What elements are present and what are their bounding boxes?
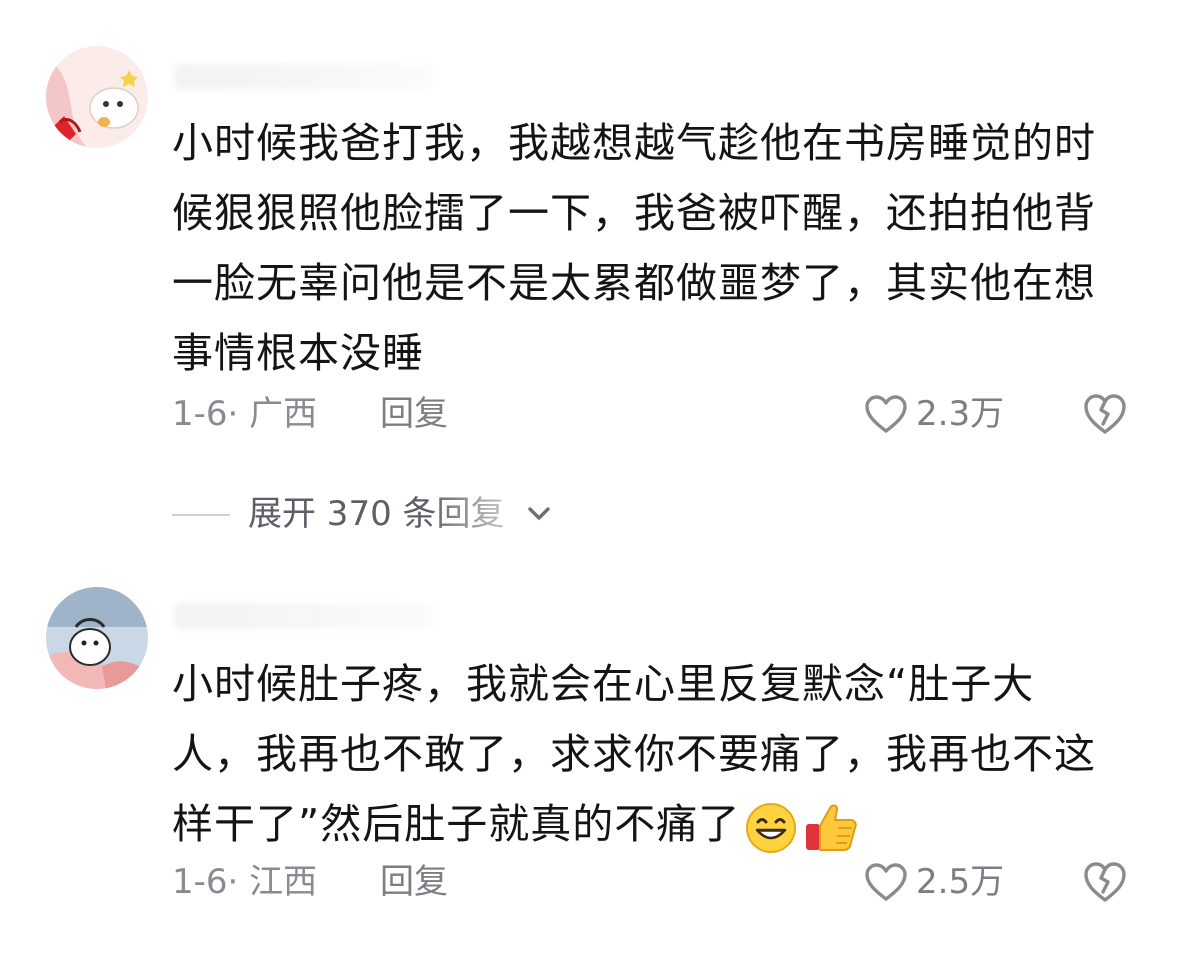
comment-line: 小时候肚子疼，我就会在心里反复默念“肚子大 bbox=[172, 660, 1035, 708]
comment-2: 小时候肚子疼，我就会在心里反复默念“肚子大 人，我再也不敢了，求求你不要痛了，我… bbox=[0, 0, 1179, 958]
avatar[interactable] bbox=[46, 587, 148, 689]
username-redacted[interactable] bbox=[174, 603, 434, 629]
broken-heart-icon[interactable] bbox=[1082, 860, 1128, 904]
heart-icon bbox=[865, 863, 907, 901]
comment-meta: 1-6· 江西 回复 2.5万 bbox=[172, 858, 1132, 906]
reply-button[interactable]: 回复 bbox=[380, 858, 448, 906]
comment-text: 小时候肚子疼，我就会在心里反复默念“肚子大 人，我再也不敢了，求求你不要痛了，我… bbox=[172, 649, 1122, 859]
like-count: 2.5万 bbox=[916, 862, 1005, 902]
comment-line-text: 样干了”然后肚子就真的不痛了 bbox=[172, 800, 741, 848]
comment-line: 样干了”然后肚子就真的不痛了 bbox=[172, 789, 1122, 859]
comment-line: 人，我再也不敢了，求求你不要痛了，我再也不这 bbox=[172, 730, 1096, 778]
date-location: 1-6· 江西 bbox=[172, 862, 318, 902]
thumbs-up-emoji-icon bbox=[806, 804, 858, 851]
grin-emoji-icon bbox=[746, 803, 797, 853]
